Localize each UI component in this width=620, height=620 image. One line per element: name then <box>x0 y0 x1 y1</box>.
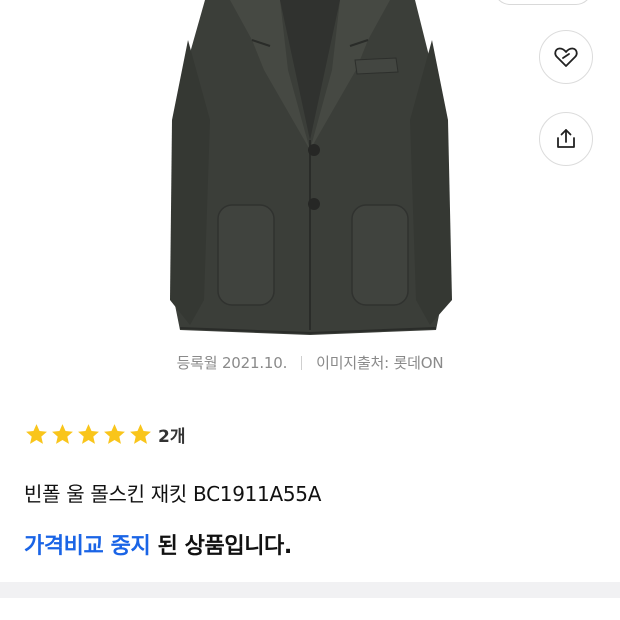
star-icon <box>130 423 151 444</box>
jacket-image <box>170 0 452 335</box>
star-icon <box>52 423 73 444</box>
star-icon <box>104 423 125 444</box>
image-source: 이미지출처: 롯데ON <box>316 354 444 372</box>
top-action-pill[interactable] <box>494 0 592 5</box>
status-text: 된 상품입니다. <box>150 534 293 559</box>
share-button[interactable] <box>539 112 593 166</box>
product-meta: 등록월 2021.10. 이미지출처: 롯데ON <box>0 352 620 373</box>
product-title: 빈폴 울 몰스킨 재킷 BC1911A55A <box>24 482 322 506</box>
product-image[interactable] <box>0 0 620 340</box>
share-upload-icon <box>557 129 575 148</box>
rating-row[interactable]: 2개 <box>24 420 185 448</box>
star-icon <box>26 423 47 444</box>
registered-date: 등록월 2021.10. <box>176 354 288 372</box>
review-count[interactable]: 2개 <box>158 422 185 447</box>
heart-tag-icon <box>554 47 578 67</box>
meta-divider <box>301 356 303 370</box>
wishlist-button[interactable] <box>539 30 593 84</box>
section-divider <box>0 582 620 598</box>
price-comparison-status: 가격비교 중지 된 상품입니다. <box>24 528 292 560</box>
status-highlight: 가격비교 중지 <box>24 534 151 559</box>
star-icon <box>78 423 99 444</box>
